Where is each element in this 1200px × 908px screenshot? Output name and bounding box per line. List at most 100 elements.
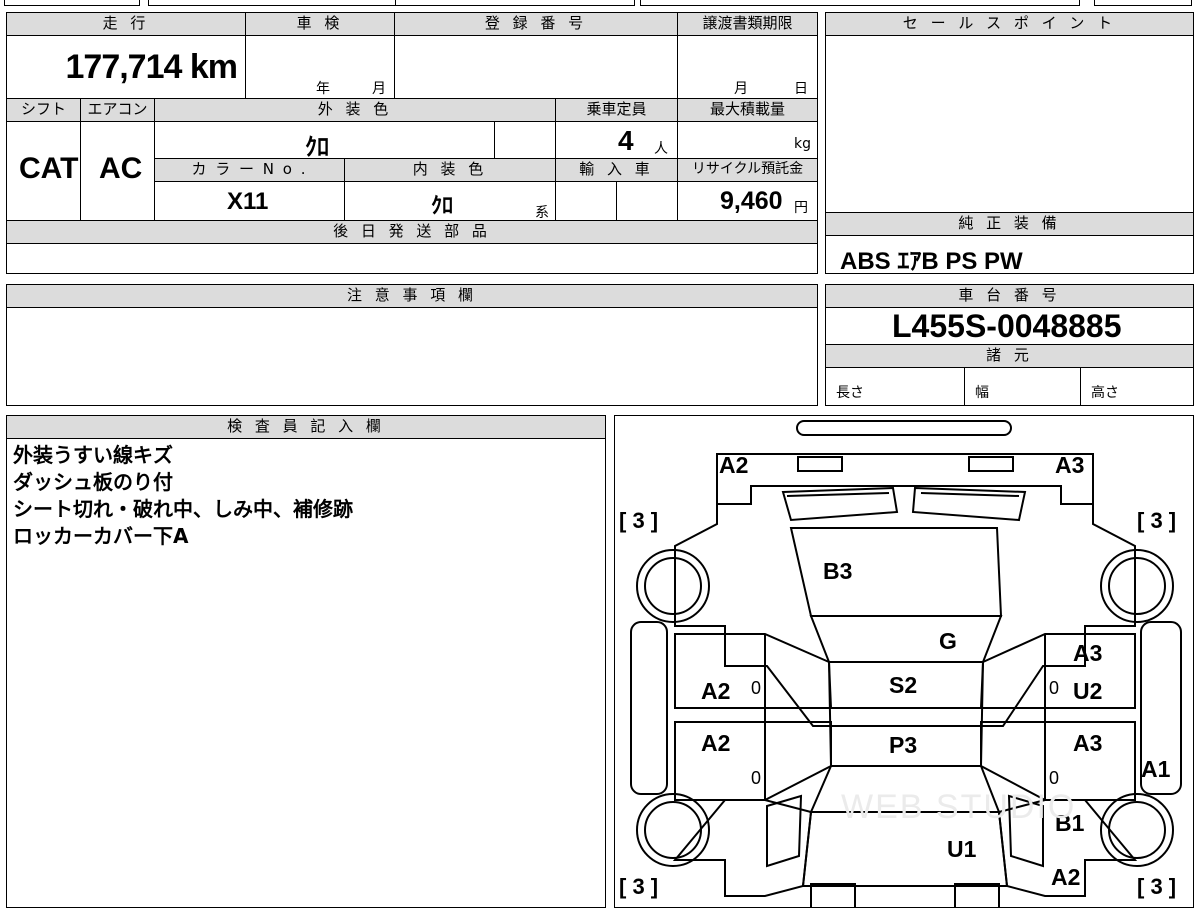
height-cell: 高さ <box>1080 367 1194 406</box>
mileage-value: 177,714 km <box>65 48 238 86</box>
tire-front-left: [ 3 ] <box>619 508 659 533</box>
mark-left-front-door: A2 <box>701 678 731 704</box>
mark-front-left: A2 <box>719 452 749 478</box>
shaken-year: 年 <box>316 81 330 97</box>
import-header: 輸 入 車 <box>555 158 678 182</box>
import-cell-1 <box>555 181 617 221</box>
interior-color-value: ｸﾛ <box>431 193 454 218</box>
interior-color-header: 内 装 色 <box>344 158 556 182</box>
sales-point-cell <box>825 35 1194 213</box>
exterior-color-extra <box>494 121 556 159</box>
equipment-cell: ABS ｴｱB PS PW <box>825 235 1194 275</box>
vehicle-info-table: 走 行 車 検 登 録 番 号 譲渡書類期限 177,714 km 年 月 月 … <box>6 12 818 274</box>
tire-front-right: [ 3 ] <box>1137 508 1177 533</box>
shaken-cell: 年 月 <box>245 35 395 99</box>
capacity-cell: 4 人 <box>555 121 678 159</box>
mileage-header: 走 行 <box>6 12 246 36</box>
exterior-color-value: ｸﾛ <box>305 134 329 161</box>
mark-right-rear-door: A3 <box>1073 730 1103 756</box>
notice-header: 注 意 事 項 欄 <box>6 284 818 308</box>
tire-rear-right: [ 3 ] <box>1137 874 1177 899</box>
mark-front-right: A3 <box>1055 452 1085 478</box>
interior-suffix: 系 <box>535 205 549 221</box>
mark-hood: B3 <box>823 558 853 584</box>
inspector-note-line: ダッシュ板のり付 <box>13 470 173 494</box>
zero-right-rear: 0 <box>1049 768 1060 788</box>
chassis-cell: L455S-0048885 <box>825 307 1194 345</box>
chassis-header: 車 台 番 号 <box>825 284 1194 308</box>
import-cell-2 <box>616 181 678 221</box>
top-clipped-strip <box>0 0 1200 8</box>
zero-right-front: 0 <box>1049 678 1060 698</box>
later-parts-header: 後 日 発 送 部 品 <box>6 220 818 244</box>
transfer-deadline-header: 譲渡書類期限 <box>677 12 818 36</box>
max-load-header: 最大積載量 <box>677 98 818 122</box>
front-left-tire-outline <box>636 549 710 623</box>
shift-value: CAT <box>19 152 79 185</box>
registration-header: 登 録 番 号 <box>394 12 678 36</box>
watermark: WEB STUDIO <box>841 788 1077 826</box>
front-right-tire-outline <box>1100 549 1174 623</box>
max-load-cell: kg <box>677 121 818 159</box>
mark-roof-rear: P3 <box>889 732 918 758</box>
mark-left-rear-door: A2 <box>701 730 731 756</box>
height-label: 高さ <box>1091 385 1119 401</box>
rear-lamp-right-outline <box>954 883 1000 907</box>
front-grille-outline <box>716 453 1094 505</box>
rear-right-tire-outline <box>1100 793 1174 867</box>
rear-left-tire-outline <box>636 793 710 867</box>
car-outline-svg <box>630 420 1182 907</box>
transfer-month: 月 <box>734 81 748 97</box>
capacity-header: 乗車定員 <box>555 98 678 122</box>
inspector-notes-cell: 外装うすい線キズ ダッシュ板のり付 シート切れ・破れ中、しみ中、補修跡 ロッカー… <box>6 438 606 908</box>
exterior-color-header: 外 装 色 <box>154 98 556 122</box>
max-load-unit: kg <box>794 136 811 152</box>
color-no-value: X11 <box>227 188 269 215</box>
equipment-value: ABS ｴｱB PS PW <box>840 248 1023 275</box>
width-cell: 幅 <box>964 367 1081 406</box>
ac-cell: AC <box>80 121 155 221</box>
shaken-header: 車 検 <box>245 12 395 36</box>
right-headlight-outline <box>968 456 1014 472</box>
mark-right-front-door-1: A3 <box>1073 640 1103 666</box>
zero-left-front: 0 <box>751 678 762 698</box>
capacity-value: 4 <box>618 125 634 156</box>
transfer-day: 日 <box>794 81 808 97</box>
capacity-unit: 人 <box>654 141 668 157</box>
tire-rear-left: [ 3 ] <box>619 874 659 899</box>
recycle-header: リサイクル預託金 <box>677 158 818 182</box>
mark-right-front-door-2: U2 <box>1073 678 1103 704</box>
registration-cell <box>394 35 678 99</box>
chassis-value: L455S-0048885 <box>892 308 1122 344</box>
shift-cell: CAT <box>6 121 81 221</box>
recycle-value: 9,460 <box>720 187 783 215</box>
ac-header: エアコン <box>80 98 155 122</box>
mark-right-rocker: A1 <box>1141 756 1171 782</box>
exterior-color-cell: ｸﾛ <box>154 121 495 161</box>
windshield-outline <box>809 615 1003 663</box>
left-headlight-outline <box>797 456 843 472</box>
interior-color-cell: ｸﾛ 系 <box>344 181 556 221</box>
color-no-header: カ ラ ー N o . <box>154 158 345 182</box>
length-cell: 長さ <box>825 367 965 406</box>
mark-windshield: G <box>939 628 957 654</box>
left-rocker-outline <box>630 621 668 795</box>
shift-header: シフト <box>6 98 81 122</box>
shaken-month: 月 <box>372 81 386 97</box>
recycle-unit: 円 <box>794 200 808 216</box>
inspector-header: 検 査 員 記 入 欄 <box>6 415 606 439</box>
inspector-note-line: ロッカーカバー下A <box>13 524 189 548</box>
mileage-cell: 177,714 km <box>6 35 246 99</box>
mark-rear: U1 <box>947 836 977 862</box>
inspector-note-line: 外装うすい線キズ <box>13 443 173 467</box>
equipment-header: 純 正 装 備 <box>825 212 1194 236</box>
color-no-cell: X11 <box>154 181 345 221</box>
width-label: 幅 <box>975 385 989 401</box>
mark-roof-front: S2 <box>889 672 918 698</box>
spec-header: 諸 元 <box>825 344 1194 368</box>
rear-lamp-left-outline <box>810 883 856 907</box>
length-label: 長さ <box>836 385 864 401</box>
later-parts-cell <box>6 243 818 274</box>
sales-point-header: セ ー ル ス ポ イ ン ト <box>825 12 1194 36</box>
notice-cell <box>6 307 818 406</box>
